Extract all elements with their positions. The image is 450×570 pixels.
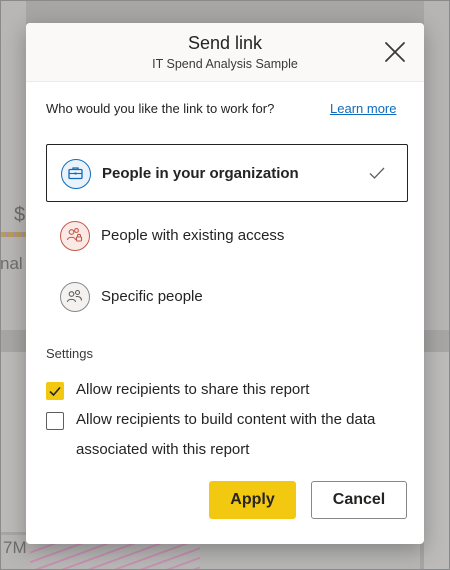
link-audience-question: Who would you like the link to work for?: [46, 101, 275, 116]
backdrop-card: [424, 352, 450, 570]
option-people-in-organization[interactable]: People in your organization: [46, 144, 408, 202]
people-icon: [60, 282, 90, 312]
build-checkbox[interactable]: [46, 412, 64, 430]
option-label: People with existing access: [101, 227, 285, 244]
setting-allow-build[interactable]: Allow recipients to build content with t…: [46, 411, 406, 471]
send-link-dialog: Send link IT Spend Analysis Sample Who w…: [26, 23, 424, 544]
dialog-header: Send link IT Spend Analysis Sample: [26, 23, 424, 82]
setting-label: Allow recipients to share this report: [76, 381, 310, 398]
checkmark-icon: [49, 386, 61, 397]
option-people-with-existing-access[interactable]: People with existing access: [46, 207, 408, 265]
setting-allow-share[interactable]: Allow recipients to share this report: [46, 381, 406, 405]
checkmark-icon: [369, 167, 385, 179]
settings-heading: Settings: [46, 346, 93, 361]
close-button[interactable]: [383, 40, 407, 64]
apply-button[interactable]: Apply: [209, 481, 296, 519]
backdrop-chart-fill: [30, 542, 200, 570]
backdrop-value-fragment: $: [14, 204, 26, 226]
cancel-button[interactable]: Cancel: [311, 481, 407, 519]
option-label: People in your organization: [102, 165, 299, 182]
share-checkbox[interactable]: [46, 382, 64, 400]
close-icon: [385, 42, 405, 62]
option-label: Specific people: [101, 288, 203, 305]
backdrop-label-fragment: nal: [0, 254, 23, 273]
dialog-subtitle: IT Spend Analysis Sample: [152, 57, 298, 71]
dialog-title: Send link: [187, 33, 263, 53]
learn-more-link[interactable]: Learn more: [330, 101, 396, 116]
backdrop-card: [0, 352, 26, 532]
backdrop-card: [424, 0, 450, 330]
option-specific-people[interactable]: Specific people: [46, 268, 408, 326]
backdrop-axis-fragment: 7M: [3, 538, 27, 557]
setting-label: Allow recipients to build content with t…: [76, 411, 376, 458]
briefcase-icon: [61, 159, 91, 189]
backdrop-card: [0, 0, 26, 330]
people-lock-icon: [60, 221, 90, 251]
backdrop-chart-stripe: [0, 232, 26, 237]
